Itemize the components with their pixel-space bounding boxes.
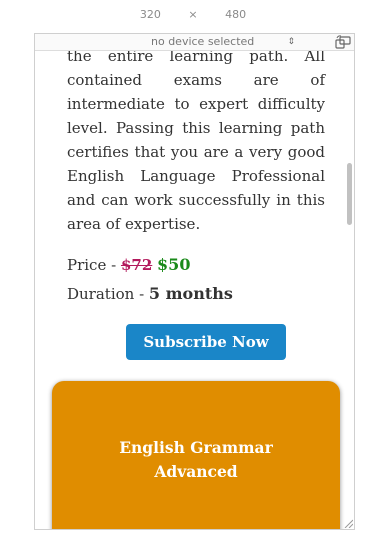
chevron-updown-icon: ⇕ — [287, 37, 295, 47]
duration-value: 5 months — [148, 284, 233, 303]
device-frame: no device selected ⇕ the entire learning… — [34, 33, 355, 530]
course-description: the entire learning path. All contained … — [67, 51, 325, 233]
duration-label: Duration - — [67, 285, 149, 303]
device-toolbar: no device selected ⇕ — [35, 34, 354, 51]
price-line: Price - $72 $50 — [67, 255, 190, 274]
course-card-title-line2: Advanced — [154, 462, 238, 481]
device-select-value: no device selected — [151, 35, 255, 48]
resize-grip-icon[interactable] — [343, 518, 353, 528]
old-price: $72 — [120, 256, 153, 274]
duration-line: Duration - 5 months — [67, 284, 233, 303]
times-sign: × — [188, 8, 198, 21]
course-card-english-grammar-advanced[interactable]: English Grammar Advanced — [52, 381, 340, 529]
rotate-device-icon[interactable] — [335, 35, 351, 49]
device-dimensions: 320 × 480 — [0, 8, 386, 21]
height-value[interactable]: 480 — [225, 8, 246, 21]
course-card-title: English Grammar Advanced — [52, 436, 340, 484]
course-card-title-line1: English Grammar — [119, 438, 273, 457]
width-value[interactable]: 320 — [140, 8, 161, 21]
new-price: $50 — [157, 255, 191, 274]
price-label: Price - — [67, 256, 121, 274]
subscribe-button[interactable]: Subscribe Now — [126, 324, 286, 360]
device-select[interactable]: no device selected ⇕ — [145, 35, 295, 49]
scrollbar-thumb[interactable] — [347, 163, 352, 225]
page-viewport[interactable]: the entire learning path. All contained … — [35, 51, 354, 529]
